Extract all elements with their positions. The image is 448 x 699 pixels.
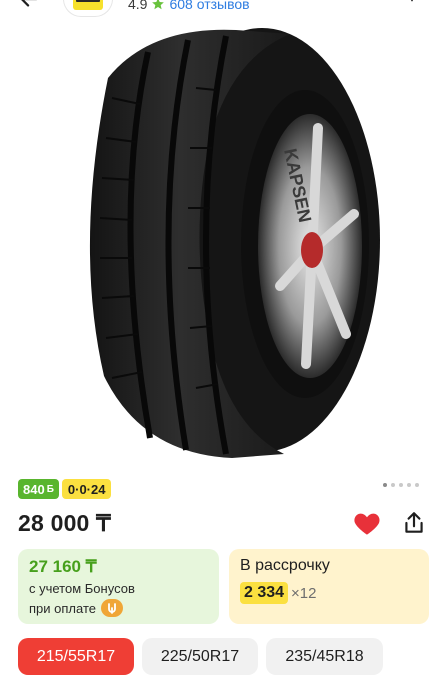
installment-row: 2 334 ×12 [240, 582, 317, 604]
rating-summary[interactable]: 4.9 608 отзывов [128, 0, 250, 12]
back-arrow-icon[interactable] [18, 0, 40, 10]
bonus-price-amount: 27 160 ₸ [29, 557, 97, 576]
share-icon[interactable] [401, 510, 427, 536]
gallery-dot[interactable] [383, 483, 387, 487]
bonus-badge[interactable]: 840 Б [18, 479, 59, 499]
installment-card[interactable]: В рассрочку 2 334 ×12 [229, 549, 429, 624]
rating-value: 4.9 [128, 0, 148, 12]
size-option-selected[interactable]: 215/55R17 [18, 638, 134, 675]
top-bar: 4.9 608 отзывов [0, 0, 448, 18]
heart-icon[interactable] [353, 510, 381, 536]
size-option[interactable]: 225/50R17 [142, 638, 258, 675]
installment-title: В рассрочку [240, 557, 330, 574]
size-option[interactable]: 235/45R18 [266, 638, 383, 675]
installment-badge[interactable]: 0·0·24 [61, 479, 112, 499]
gallery-pagination[interactable] [383, 483, 419, 487]
seller-logo[interactable] [64, 0, 112, 16]
size-selector: 215/55R17 225/50R17 235/45R18 [18, 638, 383, 675]
gallery-dot[interactable] [399, 483, 403, 487]
installment-months: ×12 [291, 584, 317, 602]
product-image-tire[interactable]: KAPSEN [0, 18, 448, 472]
reviews-link[interactable]: 608 отзывов [169, 0, 249, 12]
star-icon [152, 0, 165, 10]
bonus-payment-row: при оплате [29, 599, 123, 617]
gallery-dot[interactable] [391, 483, 395, 487]
installment-monthly-amount: 2 334 [240, 582, 289, 604]
payment-method-icon [100, 599, 123, 617]
bonus-price-card[interactable]: 27 160 ₸ с учетом Бонусов при оплате [18, 549, 219, 624]
bonus-payment-caption: при оплате [29, 600, 96, 616]
bonus-badge-value: 840 [23, 481, 45, 497]
gallery-dot[interactable] [407, 483, 411, 487]
gallery-dot[interactable] [415, 483, 419, 487]
bonus-price-caption: с учетом Бонусов [29, 581, 135, 596]
product-price: 28 000 ₸ [18, 510, 111, 536]
share-icon-top[interactable] [402, 0, 422, 8]
bonus-symbol: Б [46, 483, 54, 495]
promo-badges: 840 Б 0·0·24 [18, 479, 112, 499]
